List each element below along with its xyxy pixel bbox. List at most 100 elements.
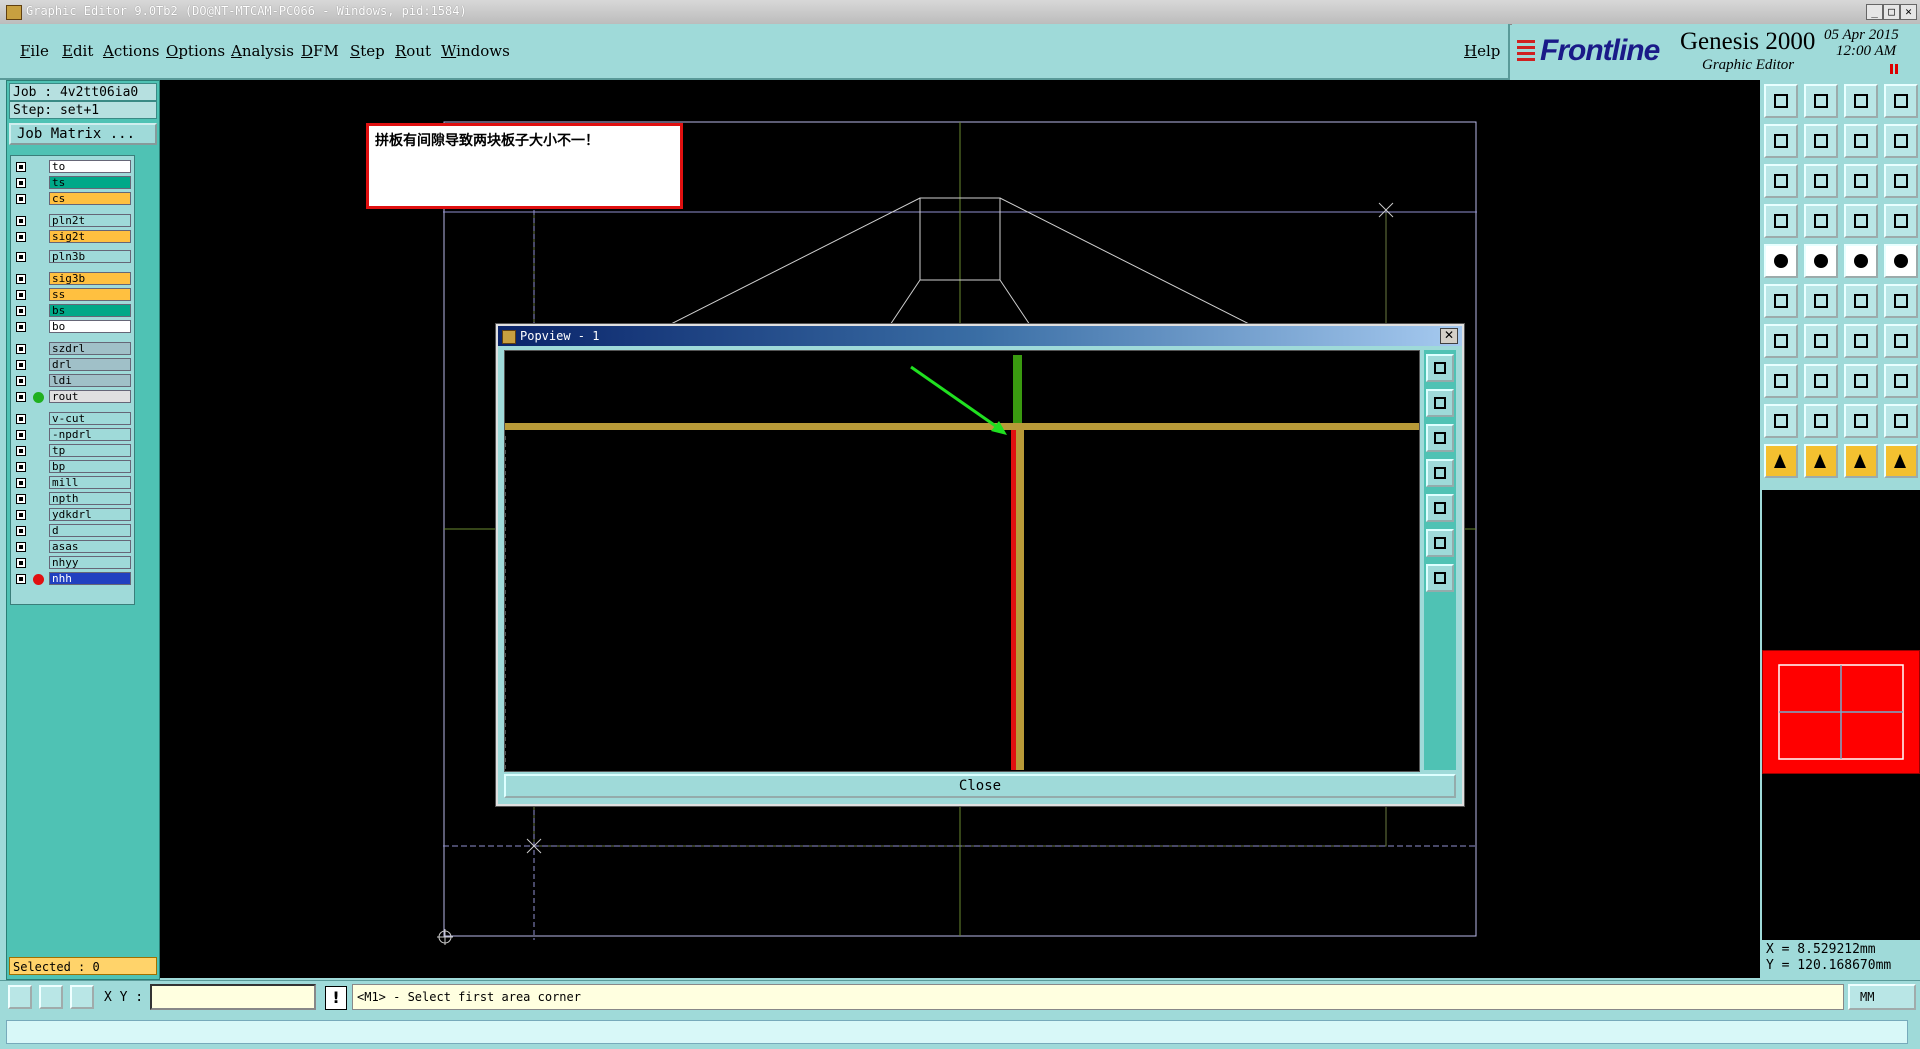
layer-row[interactable]: bo (11, 320, 134, 334)
toolbar-arc-icon[interactable] (1844, 324, 1878, 358)
toolbar-pointer3-icon[interactable] (1844, 444, 1878, 478)
layer-name[interactable]: rout (49, 390, 131, 403)
layer-checkbox[interactable] (16, 322, 26, 332)
panel-minimap[interactable] (1762, 650, 1920, 774)
layer-row[interactable]: bp (11, 460, 134, 474)
layer-name[interactable]: szdrl (49, 342, 131, 355)
layer-checkbox[interactable] (16, 232, 26, 242)
menu-step[interactable]: Step (350, 42, 385, 60)
layer-name[interactable]: sig2t (49, 230, 131, 243)
layer-row[interactable]: bs (11, 304, 134, 318)
layer-name[interactable]: bp (49, 460, 131, 473)
xy-input[interactable] (150, 984, 316, 1010)
layer-row[interactable]: ss (11, 288, 134, 302)
layer-checkbox[interactable] (16, 430, 26, 440)
layer-name[interactable]: tp (49, 444, 131, 457)
layer-row[interactable]: ydkdrl (11, 508, 134, 522)
layer-row[interactable]: asas (11, 540, 134, 554)
pv-pan-left-icon[interactable] (1426, 459, 1454, 487)
layer-name[interactable]: sig3b (49, 272, 131, 285)
popview-canvas[interactable] (504, 350, 1420, 772)
layer-checkbox[interactable] (16, 542, 26, 552)
pv-zoom-down-icon[interactable] (1426, 424, 1454, 452)
toolbar-pointer-icon[interactable] (1764, 444, 1798, 478)
layer-row[interactable]: tp (11, 444, 134, 458)
toolbar-route-icon[interactable] (1884, 444, 1918, 478)
layer-row[interactable]: -npdrl (11, 428, 134, 442)
layer-checkbox[interactable] (16, 510, 26, 520)
pv-pan-right-icon[interactable] (1426, 494, 1454, 522)
layer-name[interactable]: ss (49, 288, 131, 301)
toolbar-fit-icon[interactable] (1764, 164, 1798, 198)
toolbar-pan-right-icon[interactable] (1804, 124, 1838, 158)
layer-name[interactable]: asas (49, 540, 131, 553)
toolbar-connect-icon[interactable] (1844, 284, 1878, 318)
maximize-button[interactable]: □ (1883, 4, 1900, 20)
layer-row[interactable]: ts (11, 176, 134, 190)
layer-checkbox[interactable] (16, 290, 26, 300)
layer-name[interactable]: cs (49, 192, 131, 205)
toolbar-triangle2-icon[interactable] (1804, 404, 1838, 438)
toolbar-cross-icon[interactable] (1804, 284, 1838, 318)
grid-icon[interactable] (70, 985, 94, 1009)
layer-name[interactable]: v-cut (49, 412, 131, 425)
layer-name[interactable]: -npdrl (49, 428, 131, 441)
layer-name[interactable]: ldi (49, 374, 131, 387)
toolbar-split-view-icon[interactable] (1884, 84, 1918, 118)
layer-name[interactable]: drl (49, 358, 131, 371)
layer-row[interactable]: pln3b (11, 250, 134, 264)
menu-rout[interactable]: Rout (395, 42, 431, 60)
layer-row[interactable]: nhyy (11, 556, 134, 570)
layer-row[interactable]: rout (11, 390, 134, 404)
pv-zoom-home-icon[interactable] (1426, 354, 1454, 382)
layer-checkbox[interactable] (16, 162, 26, 172)
layer-checkbox[interactable] (16, 574, 26, 584)
layer-checkbox[interactable] (16, 194, 26, 204)
layer-row[interactable]: d (11, 524, 134, 538)
toolbar-triangle-icon[interactable] (1764, 404, 1798, 438)
toolbar-triangle3-icon[interactable] (1844, 404, 1878, 438)
menu-windows[interactable]: Windows (441, 42, 510, 60)
toolbar-net2-icon[interactable] (1884, 204, 1918, 238)
toolbar-pad-icon[interactable] (1804, 204, 1838, 238)
layer-row[interactable]: sig2t (11, 230, 134, 244)
zoom-area-icon[interactable] (8, 985, 32, 1009)
popview-close-x-button[interactable]: ✕ (1440, 328, 1458, 344)
layer-row[interactable]: to (11, 160, 134, 174)
layer-checkbox[interactable] (16, 526, 26, 536)
layer-name[interactable]: bo (49, 320, 131, 333)
layer-row[interactable]: pln2t (11, 214, 134, 228)
toolbar-frame-icon[interactable] (1844, 364, 1878, 398)
toolbar-step-view-icon[interactable] (1884, 124, 1918, 158)
layer-row[interactable]: v-cut (11, 412, 134, 426)
minimize-button[interactable]: _ (1866, 4, 1883, 20)
layer-checkbox[interactable] (16, 306, 26, 316)
toolbar-split-icon[interactable] (1884, 324, 1918, 358)
layer-checkbox[interactable] (16, 376, 26, 386)
layer-checkbox[interactable] (16, 274, 26, 284)
toolbar-scale-icon[interactable] (1844, 164, 1878, 198)
measure-icon[interactable] (39, 985, 63, 1009)
menu-actions[interactable]: Actions (103, 42, 159, 60)
menu-options[interactable]: Options (166, 42, 225, 60)
layer-row[interactable]: mill (11, 476, 134, 490)
toolbar-line-icon[interactable] (1764, 324, 1798, 358)
layer-name[interactable]: bs (49, 304, 131, 317)
layer-name[interactable]: ts (49, 176, 131, 189)
layer-checkbox[interactable] (16, 252, 26, 262)
unit-button[interactable]: MM (1848, 984, 1916, 1010)
toolbar-dash-icon[interactable] (1804, 364, 1838, 398)
toolbar-home-icon[interactable] (1844, 84, 1878, 118)
toolbar-pan-left-icon[interactable] (1764, 124, 1798, 158)
menu-edit[interactable]: Edit (62, 42, 93, 60)
layer-row[interactable]: nhh (11, 572, 134, 586)
layer-name[interactable]: to (49, 160, 131, 173)
layer-name[interactable]: nhyy (49, 556, 131, 569)
layer-checkbox[interactable] (16, 478, 26, 488)
layer-row[interactable]: drl (11, 358, 134, 372)
layer-row[interactable]: npth (11, 492, 134, 506)
toolbar-pad-shape-icon[interactable] (1884, 244, 1918, 278)
toolbar-center-icon[interactable] (1804, 164, 1838, 198)
layer-checkbox[interactable] (16, 414, 26, 424)
layer-checkbox[interactable] (16, 392, 26, 402)
